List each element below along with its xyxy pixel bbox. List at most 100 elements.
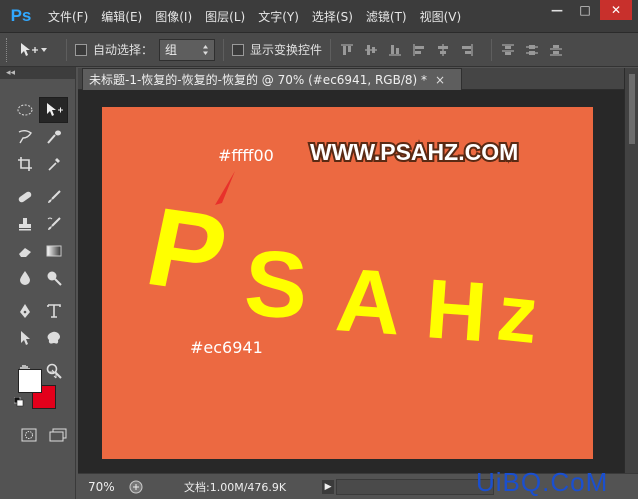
eraser-tool[interactable] bbox=[10, 238, 39, 264]
brush-tool[interactable] bbox=[39, 184, 68, 210]
document-tab-bar: 未标题-1-恢复的-恢复的-恢复的 @ 70% (#ec6941, RGB/8)… bbox=[78, 68, 624, 90]
align-bottom-edges-icon[interactable] bbox=[387, 42, 403, 58]
default-colors-icon[interactable] bbox=[14, 397, 24, 407]
vertical-scrollbar[interactable] bbox=[624, 68, 638, 473]
close-tab-icon[interactable]: × bbox=[435, 73, 445, 87]
menu-layer[interactable]: 图层(L) bbox=[205, 8, 245, 25]
pen-tool[interactable] bbox=[10, 298, 39, 324]
options-grip[interactable] bbox=[6, 37, 10, 62]
show-transform-checkbox[interactable] bbox=[232, 43, 245, 56]
shape-blob-icon bbox=[47, 331, 60, 344]
swap-colors-icon[interactable] bbox=[46, 369, 58, 381]
yellow-color-note: #ffff00 bbox=[218, 146, 274, 165]
scrollbar-thumb[interactable] bbox=[629, 74, 635, 144]
eyedropper-icon bbox=[47, 158, 60, 171]
distribute-bottom-icon[interactable] bbox=[548, 42, 564, 58]
menu-type[interactable]: 文字(Y) bbox=[258, 8, 299, 25]
align-top-edges-icon[interactable] bbox=[339, 42, 355, 58]
auto-select-dropdown[interactable]: 组 bbox=[159, 38, 216, 61]
align-vertical-centers-icon[interactable] bbox=[363, 42, 379, 58]
custom-shape-tool[interactable] bbox=[39, 325, 68, 351]
yellow-letter-h: H bbox=[423, 261, 490, 359]
menu-select[interactable]: 选择(S) bbox=[312, 8, 353, 25]
maximize-button[interactable]: □ bbox=[572, 0, 598, 20]
type-icon bbox=[46, 304, 61, 318]
gradient-icon bbox=[46, 245, 61, 257]
screen-mode-button[interactable] bbox=[43, 422, 72, 448]
status-export-icon[interactable] bbox=[128, 479, 144, 495]
healing-brush-tool[interactable] bbox=[10, 184, 39, 210]
move-tool[interactable] bbox=[39, 97, 68, 123]
align-horizontal-centers-icon[interactable] bbox=[435, 42, 451, 58]
menu-edit[interactable]: 编辑(E) bbox=[101, 8, 142, 25]
drop-icon bbox=[19, 271, 30, 285]
document-canvas[interactable]: WWW.PSAHZ.COM #ffff00 #ec6941 P S A H z bbox=[102, 107, 593, 459]
zoom-level[interactable]: 70% bbox=[78, 480, 115, 494]
show-transform-label: 显示变换控件 bbox=[250, 43, 323, 57]
photoshop-logo[interactable]: Ps bbox=[6, 4, 36, 28]
quick-selection-tool[interactable] bbox=[39, 124, 68, 150]
menu-filter[interactable]: 滤镜(T) bbox=[366, 8, 407, 25]
path-select-arrow-icon bbox=[20, 331, 30, 345]
crop-icon bbox=[17, 157, 32, 171]
dodge-tool[interactable] bbox=[39, 265, 68, 291]
distribute-top-icon[interactable] bbox=[500, 42, 516, 58]
crop-tool[interactable] bbox=[10, 151, 39, 177]
type-tool[interactable] bbox=[39, 298, 68, 324]
clone-stamp-tool[interactable] bbox=[10, 211, 39, 237]
gradient-tool[interactable] bbox=[39, 238, 68, 264]
tool-preset-picker[interactable] bbox=[18, 38, 58, 62]
horizontal-scrollbar[interactable] bbox=[336, 478, 495, 495]
status-menu-arrow[interactable]: ▶ bbox=[322, 479, 335, 494]
quick-mask-button[interactable] bbox=[14, 422, 43, 448]
lasso-icon bbox=[18, 130, 32, 144]
align-left-edges-icon[interactable] bbox=[411, 42, 427, 58]
history-brush-icon bbox=[47, 217, 61, 230]
tool-grid bbox=[10, 97, 70, 385]
document-size-info: 文档:1.00M/476.9K bbox=[184, 480, 287, 494]
divider bbox=[223, 38, 225, 61]
orange-color-note: #ec6941 bbox=[190, 338, 263, 357]
divider bbox=[330, 38, 332, 61]
eraser-icon bbox=[18, 248, 31, 257]
move-icon bbox=[46, 103, 63, 116]
marquee-tool[interactable] bbox=[10, 97, 39, 123]
distribute-center-icon[interactable] bbox=[524, 42, 540, 58]
tools-panel: ◂◂ bbox=[0, 67, 76, 499]
foreground-color-swatch[interactable] bbox=[18, 369, 42, 393]
lasso-tool[interactable] bbox=[10, 124, 39, 150]
site-watermark: UiBQ.CoM bbox=[476, 467, 609, 497]
menu-bar: Ps 文件(F) 编辑(E) 图像(I) 图层(L) 文字(Y) 选择(S) 滤… bbox=[0, 0, 638, 33]
pen-icon bbox=[19, 304, 30, 318]
history-brush-tool[interactable] bbox=[39, 211, 68, 237]
move-tool-icon bbox=[21, 42, 38, 56]
eyedropper-tool[interactable] bbox=[39, 151, 68, 177]
psahz-logo-text: WWW.PSAHZ.COM bbox=[310, 139, 518, 165]
auto-select-checkbox[interactable] bbox=[75, 43, 87, 56]
menu-view[interactable]: 视图(V) bbox=[420, 8, 462, 25]
canvas-artwork: WWW.PSAHZ.COM #ffff00 #ec6941 P S A H z bbox=[137, 137, 542, 360]
yellow-letter-p: P bbox=[137, 183, 237, 317]
screen-mode-icon bbox=[49, 428, 66, 442]
distribute-buttons bbox=[500, 42, 572, 58]
align-right-edges-icon[interactable] bbox=[459, 42, 475, 58]
document-tab[interactable]: 未标题-1-恢复的-恢复的-恢复的 @ 70% (#ec6941, RGB/8)… bbox=[82, 68, 462, 90]
updown-arrows-icon bbox=[203, 44, 209, 55]
options-bar: 自动选择： 组 显示变换控件 bbox=[0, 33, 638, 67]
collapse-arrows-icon[interactable]: ◂◂ bbox=[6, 68, 15, 78]
quick-select-brush-icon bbox=[46, 130, 61, 144]
bandage-icon bbox=[18, 191, 31, 203]
minimize-button[interactable]: — bbox=[544, 0, 570, 20]
stamp-icon bbox=[18, 218, 31, 231]
close-button[interactable]: ✕ bbox=[600, 0, 632, 20]
path-selection-tool[interactable] bbox=[10, 325, 39, 351]
menu-file[interactable]: 文件(F) bbox=[48, 8, 88, 25]
tools-panel-header[interactable]: ◂◂ bbox=[0, 67, 75, 79]
canvas-area[interactable]: WWW.PSAHZ.COM #ffff00 #ec6941 P S A H z bbox=[78, 90, 624, 473]
window-controls: — □ ✕ bbox=[542, 0, 632, 20]
divider bbox=[491, 38, 493, 61]
align-buttons bbox=[339, 42, 483, 58]
menu-image[interactable]: 图像(I) bbox=[155, 8, 192, 25]
magnifier-dodge-icon bbox=[47, 271, 62, 286]
blur-tool[interactable] bbox=[10, 265, 39, 291]
